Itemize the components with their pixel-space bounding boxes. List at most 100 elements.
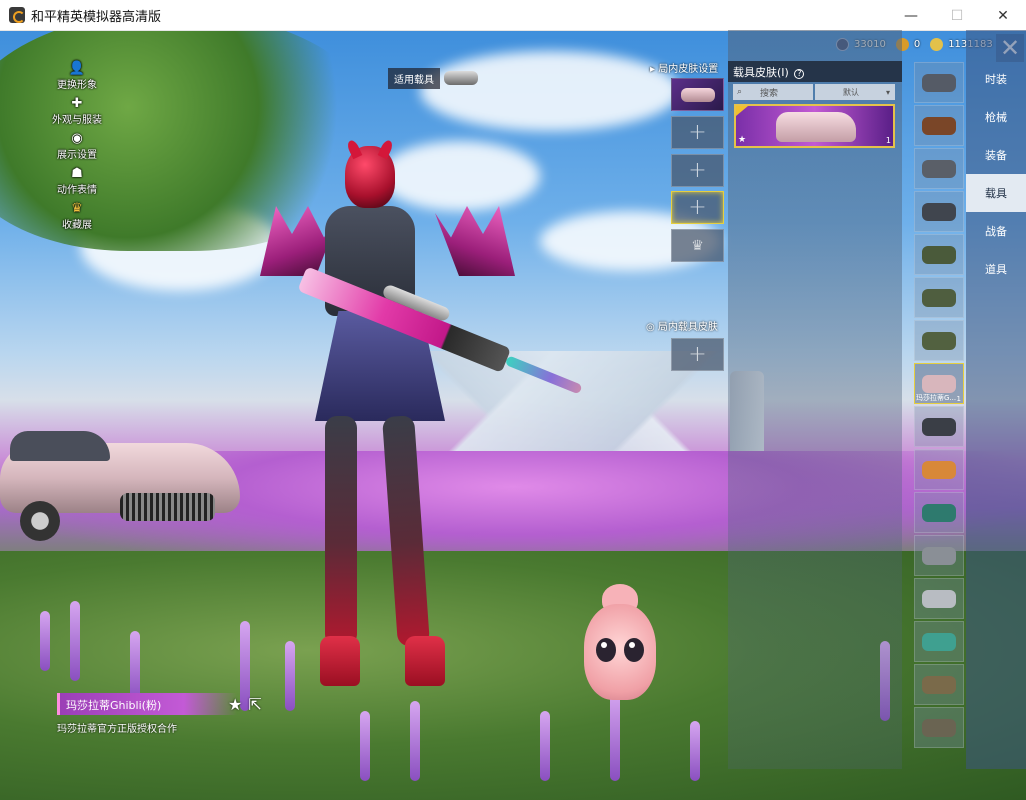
window-controls: — ☐ ✕	[888, 0, 1026, 31]
vehicle-item-motorbike[interactable]	[914, 191, 964, 232]
chevron-down-icon: ▾	[885, 87, 890, 97]
item-actions: ★ ⇱	[228, 695, 262, 714]
side-menu: 👤 更换形象 ✚ 外观与服装 ◉ 展示设置 ☗ 动作表情 ♛ 收藏展	[42, 62, 112, 237]
flower	[130, 631, 140, 701]
category-tabs: 时装 枪械 装备 载具 战备 道具	[966, 30, 1026, 769]
uaz-icon	[922, 718, 956, 737]
vehicle-item-uaz[interactable]	[914, 707, 964, 748]
menu-appearance[interactable]: ✚ 外观与服装	[42, 96, 112, 127]
character-leg	[382, 415, 430, 647]
vehicle-item-monster-truck[interactable]	[914, 406, 964, 447]
item-description: 玛莎拉蒂官方正版授权合作	[57, 724, 177, 735]
van-icon	[922, 632, 956, 651]
pet-body	[584, 604, 656, 700]
puzzle-icon: ✚	[71, 96, 83, 111]
menu-emotes[interactable]: ☗ 动作表情	[42, 167, 112, 197]
share-icon[interactable]: ⇱	[248, 695, 261, 714]
car-icon	[444, 71, 478, 85]
search-icon: ⌕	[737, 87, 743, 97]
flower	[690, 721, 700, 781]
pet-eye	[624, 638, 644, 662]
gold-coin-icon	[930, 38, 944, 51]
skin-count: 1	[885, 136, 891, 145]
tab-supplies[interactable]: 战备	[966, 212, 1026, 250]
sports-car-icon	[922, 503, 956, 522]
skin-set-title-text: 局内皮肤设置	[658, 64, 719, 75]
sedan-icon	[922, 546, 956, 565]
close-button[interactable]: ✕	[980, 0, 1026, 31]
menu-change-avatar[interactable]: 👤 更换形象	[42, 62, 112, 92]
car-wheel	[20, 501, 60, 541]
window-titlebar: 和平精英模拟器高清版 — ☐ ✕	[0, 0, 1026, 31]
maximize-button[interactable]: ☐	[934, 0, 980, 31]
vehicle-item-jeep-2[interactable]	[914, 277, 964, 318]
maserati-car	[0, 423, 240, 541]
jeep-icon	[922, 331, 956, 350]
right-wing	[435, 206, 515, 276]
vehicle-item-motorcycle[interactable]	[914, 62, 964, 103]
vehicle-item-jeep-3[interactable]	[914, 320, 964, 361]
skin-card-maserati[interactable]: ★ 1	[734, 104, 895, 148]
vehicle-item-buggy[interactable]	[914, 148, 964, 189]
tab-weapons[interactable]: 枪械	[966, 98, 1026, 136]
sort-dropdown[interactable]: 默认 ▾	[815, 84, 895, 100]
tab-equipment[interactable]: 装备	[966, 136, 1026, 174]
jeep-icon	[922, 288, 956, 307]
vehicle-skin-title: 载具皮肤(I)	[733, 66, 789, 79]
menu-item-label: 展示设置	[57, 150, 97, 161]
menu-item-label: 更换形象	[57, 80, 97, 91]
car-icon	[776, 112, 856, 142]
flower	[360, 711, 370, 781]
tab-items[interactable]: 道具	[966, 250, 1026, 288]
flower	[70, 601, 80, 681]
motorcycle-icon	[922, 73, 956, 92]
pickup-icon	[922, 675, 956, 694]
vehicle-count: 1	[956, 395, 961, 403]
help-icon[interactable]: ?	[794, 69, 805, 79]
vehicle-item-sports-car-orange[interactable]	[914, 449, 964, 490]
favorite-star-icon[interactable]: ★	[228, 695, 242, 714]
vehicle-tag-label: 适用载具	[388, 67, 440, 89]
sort-label: 默认	[843, 87, 859, 97]
vehicle-item-van[interactable]	[914, 621, 964, 662]
car-window	[10, 431, 110, 461]
skin-set-title: ▸ 局内皮肤设置	[650, 64, 719, 75]
secondary-skin-slot[interactable]: +	[671, 338, 724, 371]
tab-fashion[interactable]: 时装	[966, 60, 1026, 98]
search-input[interactable]: ⌕ 搜索	[733, 84, 813, 100]
pet-companion[interactable]	[578, 578, 662, 708]
vehicle-item-sports-car-teal[interactable]	[914, 492, 964, 533]
vehicle-item-horse[interactable]	[914, 105, 964, 146]
character-boot	[320, 636, 360, 686]
vehicle-item-maserati[interactable]: 玛莎拉蒂G... 1	[914, 363, 964, 404]
minimize-button[interactable]: —	[888, 0, 934, 31]
tab-vehicles[interactable]: 载具	[966, 174, 1026, 212]
cloud	[420, 51, 680, 131]
sports-car-icon	[922, 460, 956, 479]
vehicle-item-pickup[interactable]	[914, 664, 964, 705]
flower	[540, 711, 550, 781]
vehicle-item-coupe[interactable]	[914, 578, 964, 619]
app-icon	[9, 7, 25, 23]
crown-icon: ♛	[71, 201, 83, 216]
vehicle-item-sedan[interactable]	[914, 535, 964, 576]
character-leg	[325, 416, 357, 646]
skin-slot-2[interactable]: +	[671, 116, 724, 149]
skin-slot-locked[interactable]: ♛	[671, 229, 724, 262]
motorbike-icon	[922, 202, 956, 221]
secondary-skin-set-title-text: 局内载具皮肤	[657, 322, 718, 333]
skin-slot-4[interactable]: +	[671, 191, 724, 224]
skin-slot-3[interactable]: +	[671, 154, 724, 187]
vehicle-item-jeep[interactable]	[914, 234, 964, 275]
player-character[interactable]	[260, 138, 600, 706]
buggy-icon	[922, 159, 956, 178]
gun-barrel	[504, 355, 583, 395]
menu-display-settings[interactable]: ◉ 展示设置	[42, 132, 112, 162]
item-name: 玛莎拉蒂Ghibli(粉)	[57, 693, 237, 715]
secondary-skin-set-title: ◎ 局内载具皮肤	[646, 322, 718, 333]
flower	[410, 701, 420, 781]
menu-collection[interactable]: ♛ 收藏展	[42, 201, 112, 232]
horn	[377, 138, 395, 160]
applicable-vehicle-tag[interactable]: 适用载具	[388, 67, 478, 89]
skin-slot-1[interactable]	[671, 78, 724, 111]
